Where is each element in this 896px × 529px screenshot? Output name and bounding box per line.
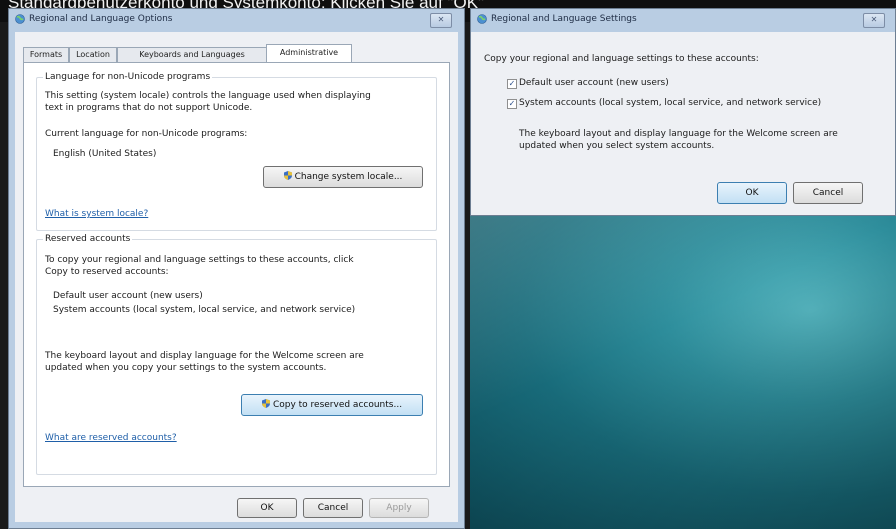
- note-line: The keyboard layout and display language…: [519, 129, 838, 139]
- close-button[interactable]: ✕: [430, 13, 452, 28]
- cancel-button[interactable]: Cancel: [793, 182, 863, 204]
- title-bar[interactable]: Regional and Language Settings ✕: [471, 9, 895, 31]
- change-system-locale-button[interactable]: Change system locale...: [263, 166, 423, 188]
- close-icon: ✕: [437, 15, 445, 24]
- group-label: Reserved accounts: [43, 234, 133, 244]
- close-icon: ✕: [870, 15, 878, 24]
- note-line: The keyboard layout and display language…: [45, 351, 364, 361]
- dialog-title: Regional and Language Settings: [491, 14, 637, 24]
- ok-button[interactable]: OK: [717, 182, 787, 204]
- globe-icon: [477, 14, 487, 24]
- default-user-checkbox[interactable]: ✓: [507, 79, 517, 89]
- ok-button[interactable]: OK: [237, 498, 297, 518]
- what-is-system-locale-link[interactable]: What is system locale?: [45, 208, 148, 220]
- administrative-tab-panel: Language for non-Unicode programs This s…: [23, 62, 450, 487]
- title-bar[interactable]: Regional and Language Options ✕: [9, 9, 464, 31]
- non-unicode-group: Language for non-Unicode programs This s…: [36, 72, 437, 231]
- cancel-button[interactable]: Cancel: [303, 498, 363, 518]
- reserved-accounts-group: Reserved accounts To copy your regional …: [36, 234, 437, 475]
- globe-icon: [15, 14, 25, 24]
- shield-icon: [283, 171, 292, 180]
- current-language-value: English (United States): [53, 149, 157, 159]
- tab-location[interactable]: Location: [69, 47, 117, 62]
- description-line: Copy to reserved accounts:: [45, 267, 169, 277]
- regional-language-settings-dialog: Regional and Language Settings ✕ Copy yo…: [470, 8, 896, 216]
- dialog-client-area: Copy your regional and language settings…: [471, 32, 895, 215]
- default-user-checkbox-label[interactable]: Default user account (new users): [519, 77, 669, 89]
- check-icon: ✓: [508, 99, 516, 108]
- desktop-wallpaper: [470, 216, 896, 529]
- what-are-reserved-accounts-link[interactable]: What are reserved accounts?: [45, 432, 177, 444]
- close-button[interactable]: ✕: [863, 13, 885, 28]
- description-line: This setting (system locale) controls th…: [45, 91, 371, 101]
- note-line: updated when you select system accounts.: [519, 141, 715, 151]
- system-accounts-checkbox-label[interactable]: System accounts (local system, local ser…: [519, 97, 821, 109]
- regional-language-options-dialog: Regional and Language Options ✕ Formats …: [8, 8, 465, 529]
- note-line: updated when you copy your settings to t…: [45, 363, 327, 373]
- system-accounts-checkbox[interactable]: ✓: [507, 99, 517, 109]
- description-line: To copy your regional and language setti…: [45, 255, 354, 265]
- account-item: Default user account (new users): [53, 291, 203, 301]
- dialog-client-area: Formats Location Keyboards and Languages…: [15, 32, 458, 522]
- tab-keyboards-and-languages[interactable]: Keyboards and Languages: [117, 47, 267, 62]
- shield-icon: [261, 399, 270, 408]
- group-label: Language for non-Unicode programs: [43, 72, 213, 82]
- tab-administrative[interactable]: Administrative: [266, 44, 352, 62]
- apply-button[interactable]: Apply: [369, 498, 429, 518]
- description-line: text in programs that do not support Uni…: [45, 103, 253, 113]
- account-item: System accounts (local system, local ser…: [53, 305, 356, 315]
- tab-formats[interactable]: Formats: [23, 47, 69, 62]
- dialog-title: Regional and Language Options: [29, 14, 173, 24]
- instruction-text: Copy your regional and language settings…: [484, 54, 759, 64]
- check-icon: ✓: [508, 79, 516, 88]
- copy-to-reserved-accounts-button[interactable]: Copy to reserved accounts...: [241, 394, 423, 416]
- current-language-label: Current language for non-Unicode program…: [45, 129, 248, 139]
